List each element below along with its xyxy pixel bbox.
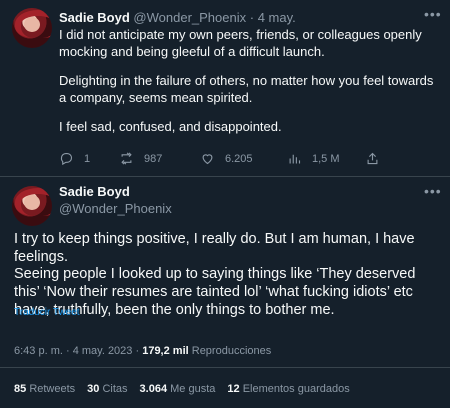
- stat-bookmarks[interactable]: 12 Elementos guardados: [227, 383, 349, 395]
- share-icon: [367, 152, 378, 165]
- stat-likes[interactable]: 3.064 Me gusta: [140, 383, 216, 395]
- tweet-timestamp[interactable]: 6:43 p. m. · 4 may. 2023 ·: [14, 345, 139, 357]
- tweet-meta: 6:43 p. m. · 4 may. 2023 · 179,2 mil Rep…: [14, 345, 271, 357]
- reply-icon: [60, 152, 73, 166]
- tweet-date[interactable]: 4 may.: [258, 10, 296, 25]
- views-count: 179,2 mil: [142, 345, 189, 357]
- reply-count: 1: [84, 152, 91, 165]
- stat-retweets[interactable]: 85 Retweets: [14, 383, 75, 395]
- stat-label: Retweets: [29, 383, 76, 395]
- stat-label: Elementos guardados: [242, 383, 350, 395]
- retweet-count: 987: [144, 152, 163, 165]
- stat-label: Citas: [102, 383, 128, 395]
- tweet-text: I try to keep things positive, I really …: [14, 231, 415, 265]
- heart-icon: [202, 154, 213, 165]
- tweet-header: Sadie Boyd @Wonder_Phoenix · 4 may.: [59, 10, 296, 25]
- share-button[interactable]: [365, 151, 380, 166]
- stat-label: Me gusta: [170, 383, 216, 395]
- translate-link[interactable]: Traducir Tweet: [14, 307, 80, 318]
- like-button[interactable]: 6.205: [200, 151, 253, 166]
- stat-count: 3.064: [139, 383, 168, 395]
- author-name[interactable]: Sadie Boyd: [59, 184, 130, 199]
- views-label: Reproducciones: [191, 345, 272, 357]
- more-options-icon[interactable]: •••: [424, 6, 442, 22]
- retweet-button[interactable]: 987: [119, 151, 162, 166]
- author-handle[interactable]: @Wonder_Phoenix: [59, 201, 172, 216]
- like-count: 6.205: [225, 152, 253, 165]
- more-options-icon[interactable]: •••: [424, 183, 442, 199]
- bar-chart-icon: [289, 154, 301, 164]
- tweet-text: I feel sad, confused, and disappointed.: [59, 119, 282, 134]
- retweet-icon: [121, 152, 132, 165]
- stat-count: 30: [87, 383, 100, 395]
- tweet-stats: 85 Retweets 30 Citas 3.064 Me gusta 12 E…: [14, 383, 350, 395]
- divider: [0, 367, 450, 368]
- tweet-text: I did not anticipate my own peers, frien…: [59, 27, 422, 59]
- author-handle[interactable]: @Wonder_Phoenix: [133, 10, 246, 25]
- avatar[interactable]: [12, 186, 52, 226]
- views-button[interactable]: 1,5 M: [287, 151, 340, 166]
- author-name[interactable]: Sadie Boyd: [59, 10, 130, 25]
- tweet-text: Delighting in the failure of others, no …: [59, 73, 434, 105]
- stat-quotes[interactable]: 30 Citas: [87, 383, 127, 395]
- avatar[interactable]: [12, 8, 52, 48]
- divider: [0, 176, 450, 177]
- stat-count: 85: [14, 383, 27, 395]
- reply-button[interactable]: 1: [59, 151, 90, 166]
- separator: ·: [249, 10, 255, 25]
- stat-count: 12: [227, 383, 240, 395]
- views-count: 1,5 M: [312, 152, 340, 165]
